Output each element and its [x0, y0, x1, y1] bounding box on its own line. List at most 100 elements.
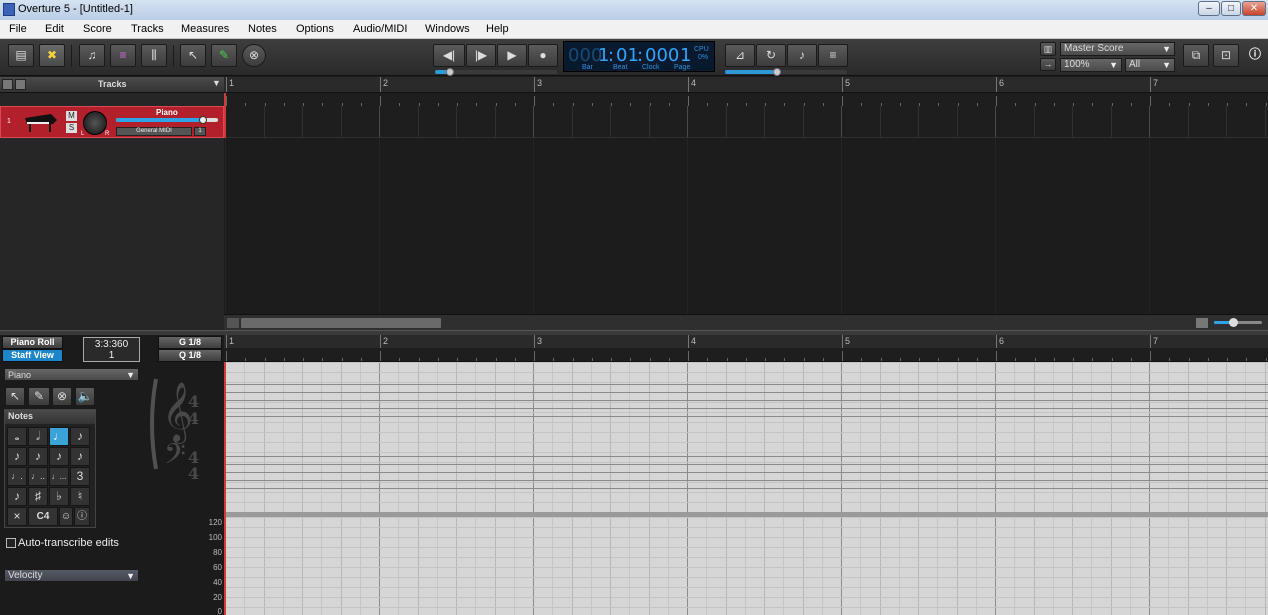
tracks-menu-arrow[interactable]: ▼	[212, 78, 221, 88]
piano-roll-view-button[interactable]: ≡	[110, 44, 136, 67]
pencil-tool-icon[interactable]: ✎	[211, 44, 237, 67]
velocity-tick-40: 40	[213, 578, 222, 587]
grid-vline	[764, 517, 765, 615]
menu-audio-midi[interactable]: Audio/MIDI	[353, 23, 407, 35]
copy-icon[interactable]: ⧉	[1183, 44, 1209, 67]
beat-tick	[476, 358, 478, 361]
menu-measures[interactable]: Measures	[181, 23, 229, 35]
sixteenth-note-icon[interactable]: ♪	[7, 447, 27, 466]
measure-ruler[interactable]: 1 2 3 4 5 6 7	[224, 77, 1268, 93]
menu-file[interactable]: File	[9, 23, 27, 35]
scroll-left-icon[interactable]	[227, 318, 239, 328]
score-select[interactable]: Master Score ▼	[1060, 42, 1175, 56]
grace-note-icon[interactable]: ♪	[7, 487, 27, 506]
quarter-note-icon[interactable]: ♩	[49, 427, 69, 446]
flat-icon[interactable]: ♭	[49, 487, 69, 506]
score-window-button[interactable]: ▤	[8, 44, 34, 67]
folder-icon[interactable]: ⊡	[1213, 44, 1239, 67]
controller-select[interactable]: Velocity ▼	[4, 569, 139, 582]
step-forward-button[interactable]: |▶	[466, 44, 496, 67]
solo-button[interactable]: S	[66, 123, 77, 133]
dot-icon[interactable]: ♩.	[7, 467, 27, 486]
play-button[interactable]: ▶	[497, 44, 527, 67]
tools-button[interactable]: ✖	[39, 44, 65, 67]
whole-note-icon[interactable]: 𝅝	[7, 427, 27, 446]
staff-edit-grid[interactable]	[225, 362, 1268, 512]
menu-windows[interactable]: Windows	[425, 23, 470, 35]
channel-select[interactable]: 1	[194, 127, 206, 136]
pan-knob[interactable]	[83, 111, 107, 135]
piano-roll-button[interactable]: Piano Roll	[2, 336, 63, 349]
horizontal-scrollbar[interactable]	[224, 314, 1268, 330]
auto-transcribe-checkbox[interactable]	[6, 538, 16, 548]
metronome-icon[interactable]: ⊿	[725, 44, 755, 67]
double-sharp-icon[interactable]: ×	[7, 507, 27, 526]
info-lower-icon[interactable]: ⓘ	[74, 507, 90, 526]
eraser-tool-icon[interactable]: ⊗	[242, 44, 266, 67]
volume-slider[interactable]	[773, 68, 781, 76]
grid-hline	[225, 432, 1268, 433]
hundred28-note-icon[interactable]: ♪	[70, 447, 90, 466]
menu-score[interactable]: Score	[83, 23, 112, 35]
note-input-icon[interactable]: ♪	[787, 44, 817, 67]
beat-tick	[534, 351, 535, 361]
device-select[interactable]: General MIDI	[116, 127, 192, 136]
thirtysecond-note-icon[interactable]: ♪	[28, 447, 48, 466]
velocity-grid[interactable]	[225, 517, 1268, 615]
arrow-right-icon[interactable]: →	[1040, 58, 1056, 71]
track-name[interactable]: Piano	[156, 108, 178, 117]
eraser-lower-icon[interactable]: ⊗	[52, 387, 72, 406]
select-tool-icon[interactable]: ↖	[180, 44, 206, 67]
natural-icon[interactable]: ♮	[70, 487, 90, 506]
mute-button[interactable]: M	[66, 111, 77, 121]
menu-help[interactable]: Help	[486, 23, 509, 35]
eighth-note-icon[interactable]: ♪	[70, 427, 90, 446]
staff-view-button[interactable]: Staff View	[2, 349, 63, 362]
beat-tick	[1092, 358, 1094, 361]
pencil-lower-icon[interactable]: ✎	[28, 387, 50, 406]
pitch-display[interactable]: C4	[28, 507, 58, 526]
triple-dot-icon[interactable]: ♩...	[49, 467, 69, 486]
volume-knob[interactable]	[198, 116, 207, 124]
score-icon[interactable]: ▥	[1040, 42, 1056, 56]
scroll-thumb[interactable]	[241, 318, 441, 328]
track-lane-piano[interactable]	[224, 106, 1268, 138]
staff-icon[interactable]: ≡	[818, 44, 848, 67]
face-icon[interactable]: ☺	[59, 507, 73, 526]
sixtyfourth-note-icon[interactable]: ♪	[49, 447, 69, 466]
lane-gridline	[610, 106, 611, 137]
music-notes-icon[interactable]: ♫	[79, 44, 105, 67]
scroll-right-icon[interactable]	[1196, 318, 1208, 328]
tempo-slider[interactable]	[446, 68, 454, 76]
minimize-button[interactable]: ‒	[1198, 1, 1220, 16]
loop-icon[interactable]: ↻	[756, 44, 786, 67]
menu-options[interactable]: Options	[296, 23, 334, 35]
zoom-select[interactable]: 100% ▼	[1060, 58, 1122, 72]
select-tool-lower-icon[interactable]: ↖	[5, 387, 25, 406]
velocity-tick-100: 100	[208, 533, 222, 542]
grid-select[interactable]: G 1/8	[158, 336, 222, 349]
menu-tracks[interactable]: Tracks	[131, 23, 164, 35]
arrange-zoom-knob[interactable]	[1229, 318, 1238, 327]
mixer-button[interactable]: ⫼	[141, 44, 167, 67]
triplet-icon[interactable]: 3	[70, 467, 90, 486]
close-window-button[interactable]: ✕	[1242, 1, 1266, 16]
double-dot-icon[interactable]: ♩..	[28, 467, 48, 486]
rewind-button[interactable]: ◀|	[433, 44, 465, 67]
half-note-icon[interactable]: 𝅗𝅥	[28, 427, 48, 446]
menu-edit[interactable]: Edit	[45, 23, 64, 35]
quantize-select[interactable]: Q 1/8	[158, 349, 222, 362]
measure-number-5: 5	[845, 78, 851, 88]
record-button[interactable]: ●	[528, 44, 558, 67]
instrument-select[interactable]: Piano ▼	[4, 368, 139, 381]
menu-notes[interactable]: Notes	[248, 23, 277, 35]
editor-measure-ruler[interactable]: 1 2 3 4 5 6 7	[224, 335, 1268, 348]
maximize-button[interactable]: □	[1221, 1, 1241, 16]
collapse-icon[interactable]	[2, 79, 13, 90]
speaker-icon[interactable]: 🔈	[75, 387, 95, 406]
info-icon[interactable]: ⓘ	[1243, 44, 1267, 67]
track-row-piano[interactable]: 1 M S L R Piano General MIDI 1	[0, 106, 224, 138]
sharp-icon[interactable]: ♯	[28, 487, 48, 506]
view-filter-select[interactable]: All ▼	[1125, 58, 1175, 72]
expand-icon[interactable]	[15, 79, 26, 90]
